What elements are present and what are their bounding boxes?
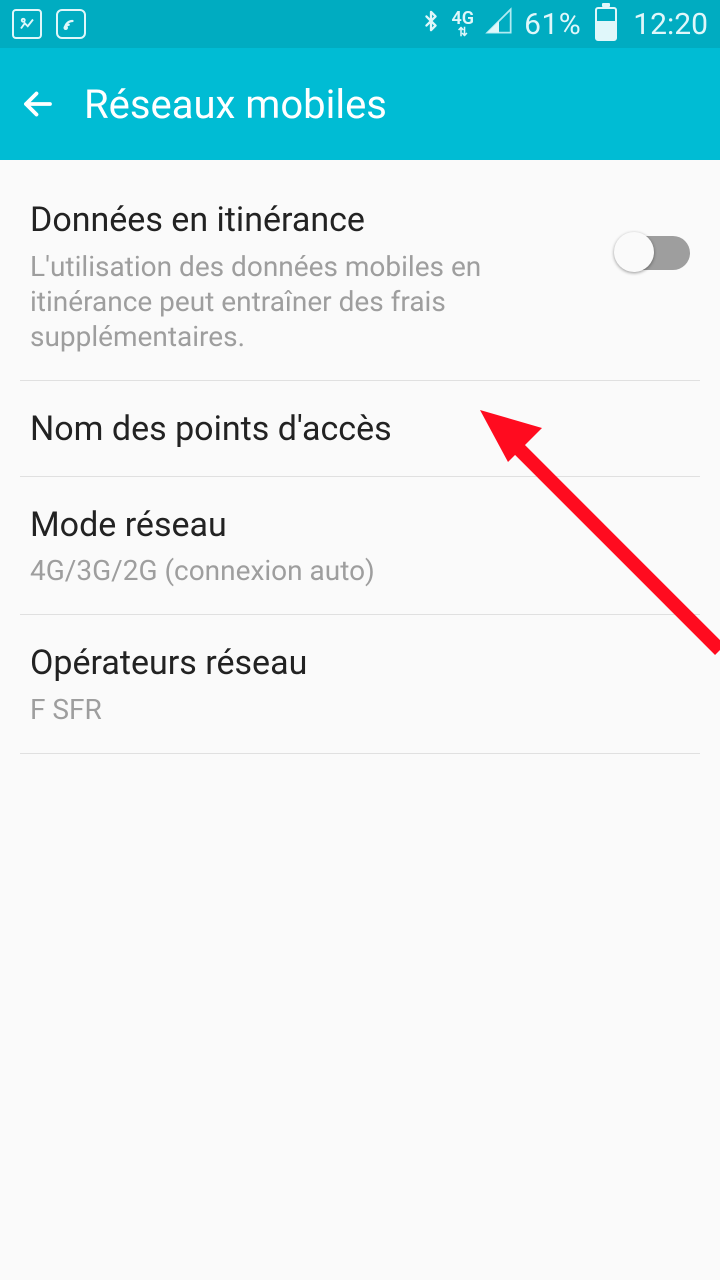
bluetooth-icon	[420, 5, 442, 44]
item-operators[interactable]: Opérateurs réseau F SFR	[0, 615, 720, 753]
item-network-mode-title: Mode réseau	[30, 505, 690, 546]
back-button[interactable]	[20, 86, 56, 122]
cast-icon	[56, 9, 86, 39]
item-apn[interactable]: Nom des points d'accès	[0, 381, 720, 476]
item-network-mode[interactable]: Mode réseau 4G/3G/2G (connexion auto)	[0, 477, 720, 615]
item-operators-title: Opérateurs réseau	[30, 643, 690, 684]
item-apn-title: Nom des points d'accès	[30, 409, 690, 450]
settings-list: Données en itinérance L'utilisation des …	[0, 160, 720, 754]
item-roaming-title: Données en itinérance	[30, 200, 596, 241]
item-network-mode-subtitle: 4G/3G/2G (connexion auto)	[30, 553, 690, 588]
toggle-knob	[614, 232, 654, 272]
item-roaming[interactable]: Données en itinérance L'utilisation des …	[0, 172, 720, 380]
divider	[20, 753, 700, 754]
signal-icon	[484, 7, 514, 42]
image-icon	[12, 9, 42, 39]
item-roaming-subtitle: L'utilisation des données mobiles en iti…	[30, 249, 596, 354]
status-right: 4G ⇅ 61% 12:20	[420, 5, 708, 44]
clock: 12:20	[633, 7, 708, 42]
battery-percentage: 61%	[524, 7, 581, 42]
status-left	[12, 9, 86, 39]
page-title: Réseaux mobiles	[84, 81, 387, 128]
status-bar: 4G ⇅ 61% 12:20	[0, 0, 720, 48]
app-bar: Réseaux mobiles	[0, 48, 720, 160]
network-type-indicator: 4G ⇅	[452, 11, 475, 38]
battery-icon	[595, 7, 617, 41]
item-operators-subtitle: F SFR	[30, 692, 690, 727]
roaming-toggle[interactable]	[616, 236, 690, 270]
